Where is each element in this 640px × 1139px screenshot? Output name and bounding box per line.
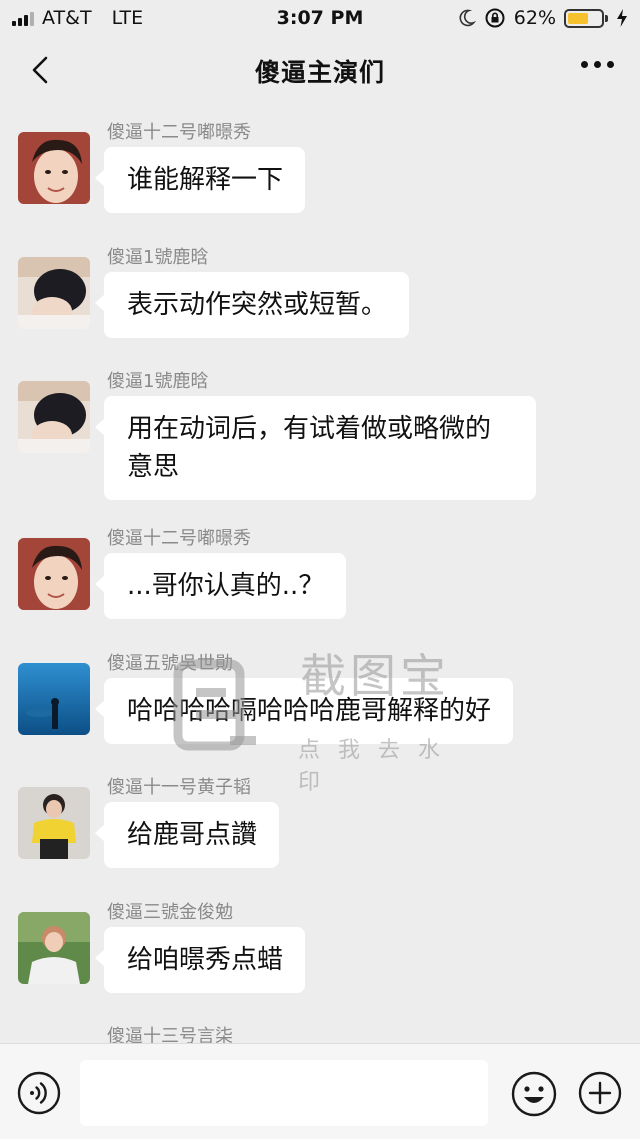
- sender-name: 傻逼十二号嘟暻秀: [107, 528, 251, 549]
- moon-icon: [459, 9, 476, 27]
- nav-bar: 傻逼主演们: [0, 36, 640, 106]
- emoji-icon[interactable]: [511, 1071, 557, 1117]
- avatar[interactable]: [18, 132, 90, 204]
- avatar-dark-hair-icon: [18, 257, 90, 329]
- sender-name: 傻逼十二号嘟暻秀: [107, 122, 251, 143]
- sender-name: 傻逼十一号黄子韬: [107, 777, 251, 798]
- avatar-dark-hair-icon: [18, 381, 90, 453]
- sender-name: 傻逼1號鹿晗: [107, 371, 209, 392]
- avatar[interactable]: [18, 381, 90, 453]
- avatar-portrait-smiling-icon: [18, 538, 90, 610]
- avatar-green-outdoor-icon: [18, 912, 90, 984]
- avatar-aquarium-blue-icon: [18, 663, 90, 735]
- status-left: AT&T LTE: [12, 7, 143, 29]
- plus-icon[interactable]: [578, 1071, 622, 1115]
- charging-icon: [617, 9, 627, 27]
- sender-name: 傻逼1號鹿晗: [107, 247, 209, 268]
- ellipsis-icon[interactable]: [581, 61, 614, 68]
- avatar[interactable]: [18, 538, 90, 610]
- sender-name: 傻逼三號金俊勉: [107, 902, 233, 923]
- network-label: LTE: [111, 7, 144, 29]
- message-input[interactable]: [80, 1060, 488, 1126]
- message-bubble[interactable]: 谁能解释一下: [94, 147, 306, 213]
- avatar-yellow-jacket-icon: [18, 787, 90, 859]
- message-bubble[interactable]: ...哥你认真的..？: [94, 553, 347, 619]
- carrier-label: AT&T: [42, 7, 92, 29]
- message-bubble[interactable]: 给鹿哥点讚: [94, 802, 280, 868]
- message-bubble[interactable]: 用在动词后，有试着做或略微的意思: [95, 396, 536, 500]
- battery-percent: 62%: [513, 7, 556, 29]
- avatar[interactable]: [18, 912, 90, 984]
- input-bar: [0, 1043, 640, 1139]
- status-right: 62%: [456, 7, 628, 29]
- signal-icon: [12, 10, 34, 26]
- chat-title: 傻逼主演们: [254, 58, 385, 87]
- message-bubble[interactable]: 给咱暻秀点蜡: [94, 927, 306, 993]
- chevron-left-icon[interactable]: [22, 50, 62, 90]
- avatar-portrait-smiling-icon: [18, 132, 90, 204]
- battery-icon: [564, 8, 608, 28]
- voice-icon[interactable]: [17, 1071, 61, 1115]
- message-bubble[interactable]: 哈哈哈哈嗝哈哈哈鹿哥解释的好: [94, 678, 514, 744]
- avatar[interactable]: [18, 663, 90, 735]
- sender-name: 傻逼五號吳世勛: [107, 653, 233, 674]
- avatar[interactable]: [18, 257, 90, 329]
- message-bubble[interactable]: 表示动作突然或短暂。: [94, 272, 410, 338]
- battery-fill: [568, 12, 588, 24]
- avatar[interactable]: [18, 787, 90, 859]
- status-bar: AT&T LTE 3:07 PM 62%: [0, 0, 640, 36]
- rotation-lock-icon: [485, 8, 505, 28]
